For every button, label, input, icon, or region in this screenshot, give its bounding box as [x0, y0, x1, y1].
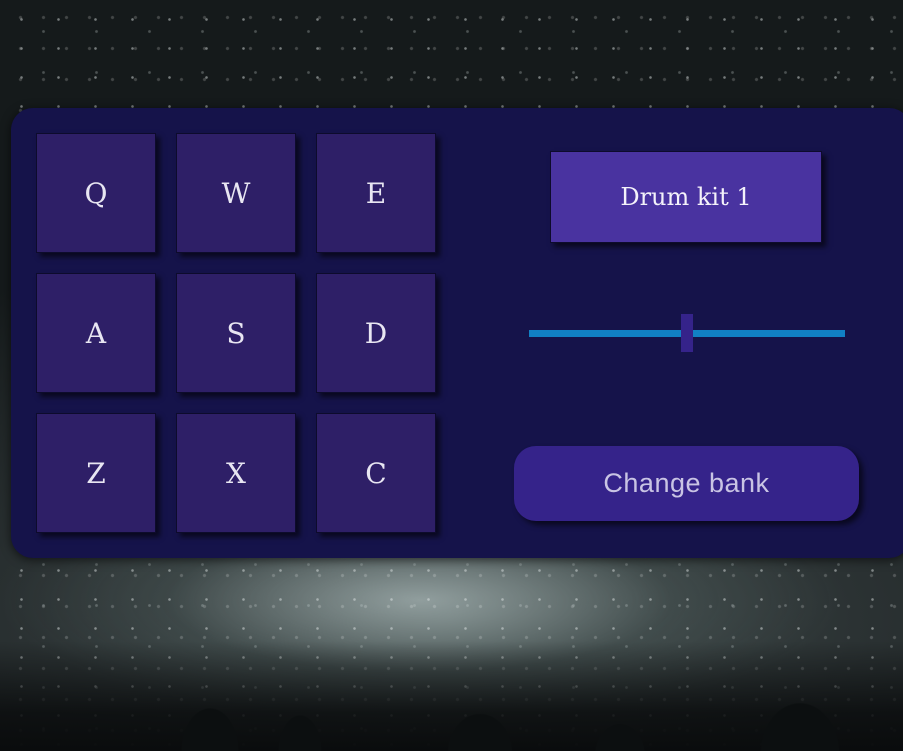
drum-pad-a[interactable]: A [36, 273, 156, 393]
drum-pad-s[interactable]: S [176, 273, 296, 393]
change-bank-button[interactable]: Change bank [514, 446, 859, 521]
drum-pad-e[interactable]: E [316, 133, 436, 253]
volume-slider-thumb[interactable] [681, 314, 693, 352]
drum-pad-d[interactable]: D [316, 273, 436, 393]
volume-slider[interactable] [529, 314, 845, 352]
background-crowd [0, 641, 903, 751]
drum-pad-c[interactable]: C [316, 413, 436, 533]
drum-pad-z[interactable]: Z [36, 413, 156, 533]
drum-pad-x[interactable]: X [176, 413, 296, 533]
bank-display: Drum kit 1 [550, 151, 822, 243]
drum-pad-w[interactable]: W [176, 133, 296, 253]
drum-machine: Q W E A S D Z X C Drum kit 1 Change bank [11, 108, 903, 558]
drum-pad-q[interactable]: Q [36, 133, 156, 253]
